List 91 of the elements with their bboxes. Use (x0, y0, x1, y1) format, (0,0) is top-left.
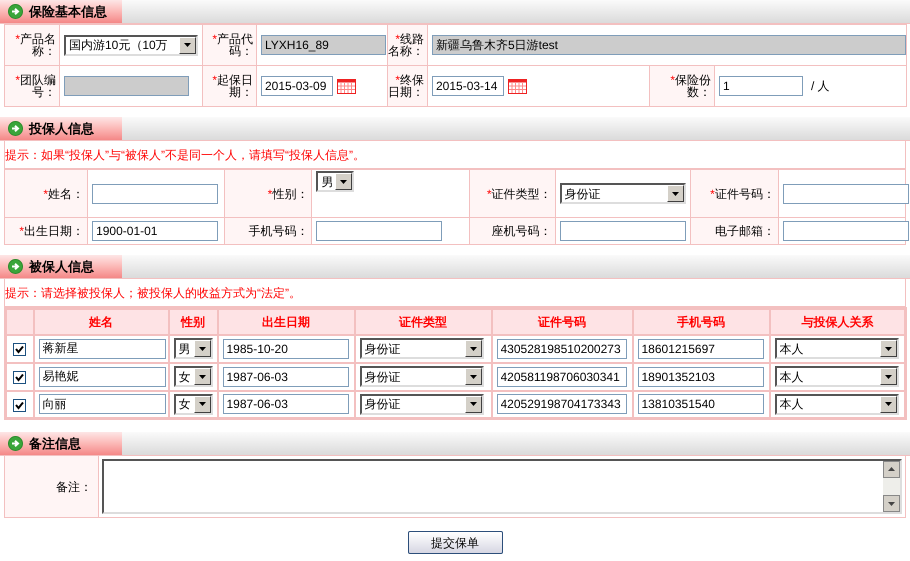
field-label: 电子邮箱： (714, 224, 775, 238)
dropdown[interactable]: 身份证 (560, 183, 686, 204)
field-label: *出生日期： (19, 224, 84, 238)
calendar-icon[interactable] (508, 78, 527, 94)
readonly-field[interactable]: 新疆乌鲁木齐5日游test (432, 35, 906, 55)
checkbox[interactable] (13, 370, 26, 384)
dropdown[interactable]: 女 (174, 366, 212, 387)
caret-icon (340, 180, 348, 184)
dropdown[interactable]: 身份证 (360, 366, 484, 387)
field-label: *起保日期： (212, 73, 253, 99)
input-field[interactable]: 18901352103 (638, 366, 764, 386)
input-field[interactable]: 蒋新星 (38, 338, 166, 358)
input-field[interactable]: 向丽 (38, 394, 166, 414)
dropdown[interactable]: 本人 (774, 338, 898, 359)
checkbox[interactable] (13, 342, 26, 356)
field-label: *终保日期： (388, 73, 424, 99)
remark-field[interactable] (102, 459, 902, 514)
column-header: 手机号码 (632, 308, 770, 334)
field-label: *产品代码： (212, 32, 253, 58)
caret-icon (672, 192, 679, 196)
caret-icon (884, 402, 892, 406)
field-label: 座机号码： (492, 224, 552, 238)
field-label: *性别： (268, 186, 308, 200)
scroll-up-icon[interactable] (883, 461, 900, 478)
caret-icon (470, 346, 476, 350)
caret-icon (198, 374, 206, 378)
input-field[interactable]: 1987-06-03 (222, 394, 348, 414)
input-field[interactable]: 420529198704173343 (496, 394, 626, 414)
input-field[interactable] (316, 221, 442, 241)
input-field[interactable] (782, 184, 909, 204)
dropdown[interactable]: 身份证 (360, 394, 484, 415)
input-field[interactable]: 1900-01-01 (92, 221, 218, 241)
calendar-icon[interactable] (337, 78, 356, 94)
column-header: 性别 (168, 308, 218, 334)
scrollbar[interactable] (883, 461, 900, 512)
input-field[interactable]: 易艳妮 (38, 366, 166, 386)
column-header: 与投保人关系 (770, 308, 906, 334)
field-label: 备注： (56, 478, 92, 496)
column-header: 证件类型 (354, 308, 492, 334)
input-field[interactable] (782, 221, 909, 241)
checkbox[interactable] (13, 398, 26, 412)
arrow-circle-icon (8, 436, 23, 451)
field-label: *保险份数： (670, 73, 711, 99)
arrow-circle-icon (8, 4, 23, 19)
hint-text: 提示：请选择被投保人；被投保人的收益方式为“法定”。 (4, 279, 906, 307)
column-header: 出生日期 (218, 308, 354, 334)
date-field[interactable]: 2015-03-14 (432, 76, 504, 96)
dropdown[interactable]: 本人 (774, 394, 898, 415)
input-field[interactable]: 1985-10-20 (222, 338, 348, 358)
input-field[interactable]: 18601215697 (638, 338, 764, 358)
field-label: *产品名称： (15, 32, 56, 58)
scroll-down-icon[interactable] (883, 495, 900, 512)
submit-button[interactable]: 提交保单 (408, 531, 502, 554)
input-field[interactable]: 1987-06-03 (222, 366, 348, 386)
dropdown[interactable]: 男 (174, 338, 212, 359)
caret-icon (884, 374, 892, 378)
dropdown[interactable]: 本人 (774, 366, 898, 387)
field-label: *姓名： (43, 186, 84, 200)
section-title: 备注信息 (29, 434, 81, 453)
caret-icon (884, 346, 892, 350)
input-field[interactable]: 1 (719, 76, 803, 96)
input-field[interactable] (560, 221, 686, 241)
field-label: 手机号码： (248, 224, 308, 238)
caret-icon (198, 402, 206, 406)
unit-label: / 人 (811, 78, 830, 95)
field-label: *证件号码： (710, 186, 775, 200)
field-label: *证件类型： (486, 186, 552, 200)
column-header: 证件号码 (492, 308, 632, 334)
input-field[interactable]: 420581198706030341 (496, 366, 626, 386)
readonly-field[interactable]: LYXH16_89 (261, 35, 386, 55)
field-label: *团队编号： (15, 73, 56, 99)
readonly-field[interactable] (64, 76, 189, 96)
caret-icon (470, 374, 476, 378)
column-header: 姓名 (34, 308, 168, 334)
dropdown[interactable]: 国内游10元（10万 (64, 34, 198, 56)
arrow-circle-icon (8, 259, 23, 274)
caret-icon (470, 402, 476, 406)
input-field[interactable]: 430528198510200273 (496, 338, 626, 358)
section-title: 保险基本信息 (29, 2, 107, 21)
field-label: *线路名称： (388, 32, 424, 58)
arrow-circle-icon (8, 121, 23, 136)
dropdown[interactable]: 男 (316, 171, 354, 192)
section-title: 被保人信息 (29, 258, 94, 276)
section-title: 投保人信息 (29, 120, 94, 138)
caret-icon (184, 43, 191, 47)
dropdown[interactable]: 身份证 (360, 338, 484, 359)
caret-icon (198, 346, 206, 350)
dropdown[interactable]: 女 (174, 394, 212, 415)
date-field[interactable]: 2015-03-09 (261, 76, 333, 96)
input-field[interactable]: 13810351540 (638, 394, 764, 414)
input-field[interactable] (92, 184, 218, 204)
